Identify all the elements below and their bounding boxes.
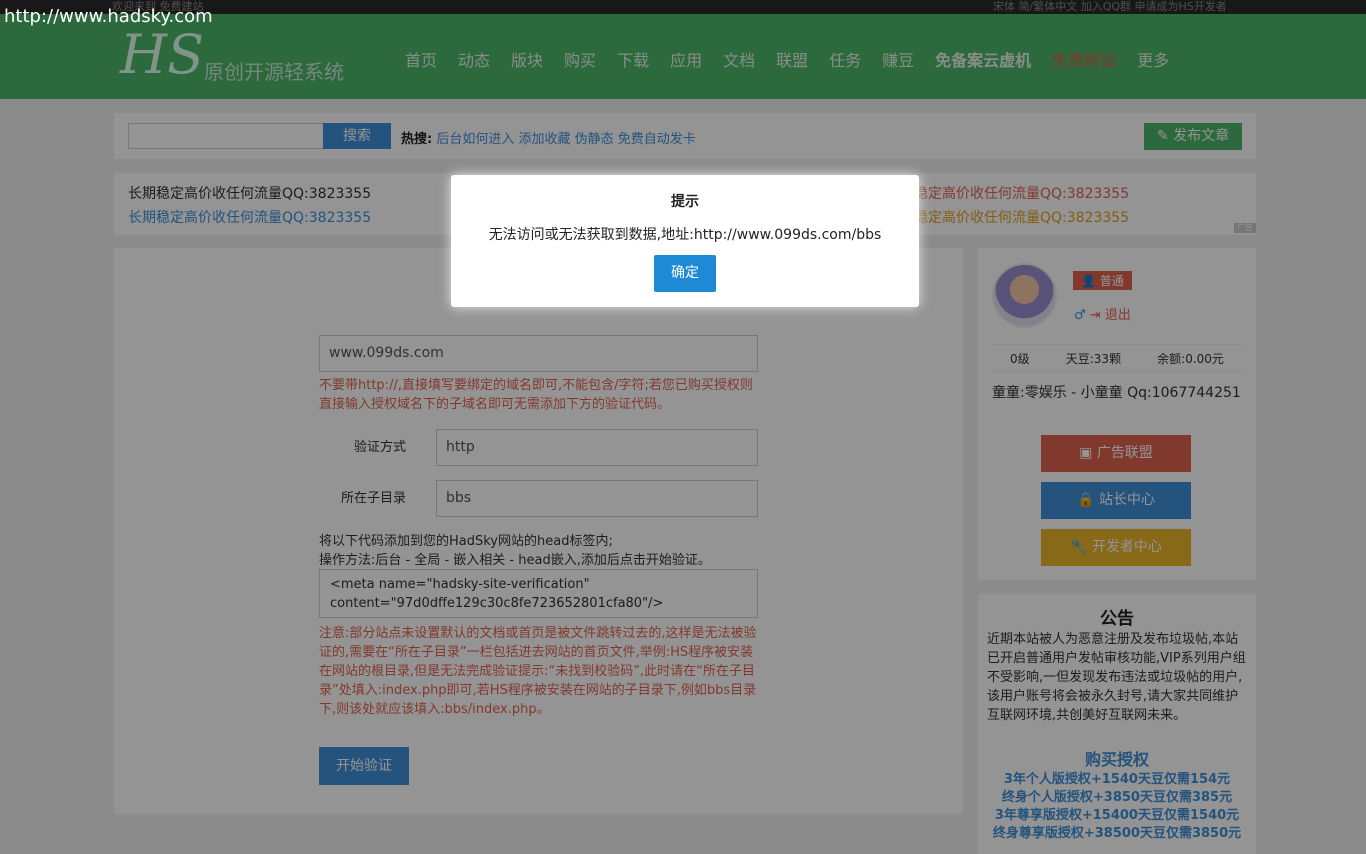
dialog-title: 提示: [671, 194, 699, 210]
url-watermark: http://www.hadsky.com: [4, 6, 213, 27]
modal-backdrop[interactable]: [0, 0, 1366, 854]
dialog-ok-button[interactable]: 确定: [654, 255, 716, 292]
alert-dialog: 提示 无法访问或无法获取到数据,地址:http://www.099ds.com/…: [451, 175, 919, 307]
dialog-message: 无法访问或无法获取到数据,地址:http://www.099ds.com/bbs: [488, 227, 882, 243]
